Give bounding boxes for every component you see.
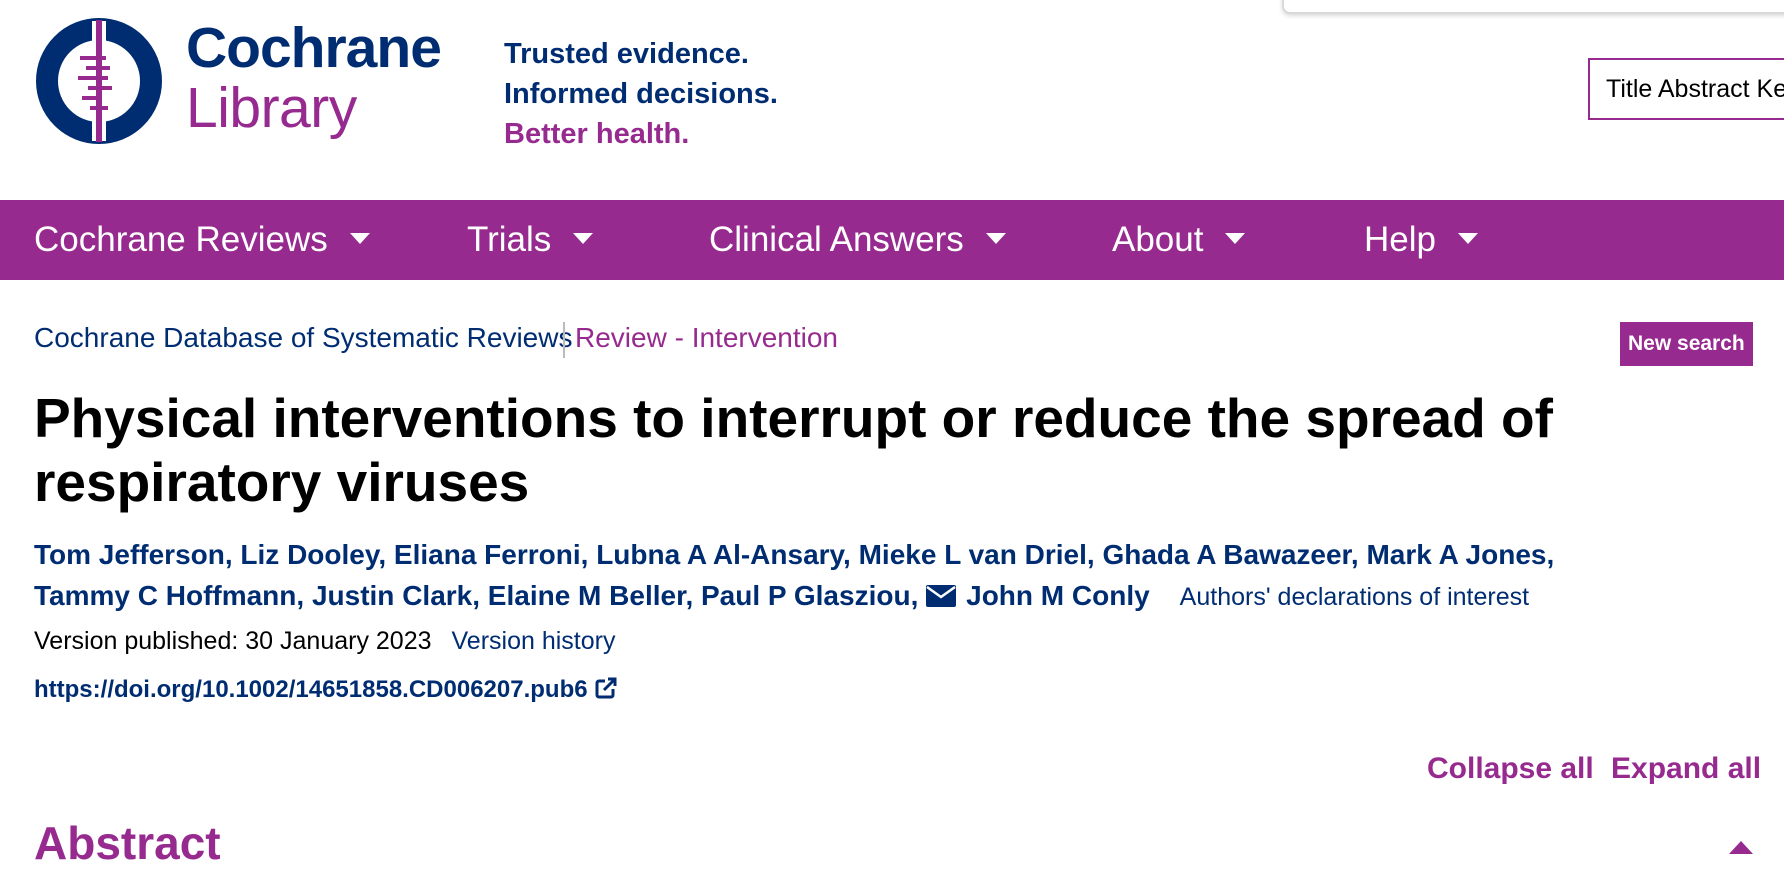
breadcrumb-database-link[interactable]: Cochrane Database of Systematic Reviews — [34, 322, 572, 354]
author-link[interactable]: Lubna A Al-Ansary — [596, 539, 843, 570]
envelope-icon[interactable] — [926, 585, 957, 607]
nav-item-help[interactable]: Help — [1364, 200, 1478, 280]
brand-line-2: Library — [186, 76, 357, 140]
doi-text: https://doi.org/10.1002/14651858.CD00620… — [34, 676, 588, 703]
author-link-corresponding[interactable]: John M Conly — [966, 580, 1150, 611]
abstract-heading[interactable]: Abstract — [34, 812, 221, 874]
author-link[interactable]: Elaine M Beller — [488, 580, 686, 611]
nav-item-label: Help — [1364, 220, 1436, 259]
caret-down-icon — [349, 233, 370, 245]
brand-name[interactable]: Cochrane Library — [186, 16, 442, 140]
version-published: Version published: 30 January 2023 — [34, 627, 432, 655]
tagline-line-3: Better health. — [504, 118, 690, 150]
main-nav: Cochrane Reviews Trials Clinical Answers… — [0, 200, 1784, 280]
breadcrumb-review-type-link[interactable]: Review - Intervention — [575, 322, 838, 354]
nav-item-cochrane-reviews[interactable]: Cochrane Reviews — [34, 200, 370, 280]
caret-down-icon — [573, 233, 594, 245]
version-info: Version published: 30 January 2023 Versio… — [34, 627, 615, 656]
nav-item-clinical-answers[interactable]: Clinical Answers — [709, 200, 1006, 280]
breadcrumb-divider — [563, 322, 565, 358]
caret-down-icon — [1457, 233, 1478, 245]
author-link[interactable]: Mieke L van Driel — [859, 539, 1087, 570]
expand-all-link[interactable]: Expand all — [1611, 752, 1761, 786]
author-link[interactable]: Tom Jefferson — [34, 539, 225, 570]
tagline-line-2: Informed decisions. — [504, 78, 778, 110]
nav-item-about[interactable]: About — [1112, 200, 1246, 280]
brand-line-1: Cochrane — [186, 16, 442, 80]
declarations-of-interest-link[interactable]: Authors' declarations of interest — [1180, 583, 1529, 611]
author-link[interactable]: Tammy C Hoffmann — [34, 580, 296, 611]
author-link[interactable]: Paul P Glasziou — [701, 580, 911, 611]
doi-link[interactable]: https://doi.org/10.1002/14651858.CD00620… — [34, 676, 618, 704]
author-link[interactable]: Eliana Ferroni — [394, 539, 581, 570]
search-scope-select[interactable]: Title Abstract Keyword — [1588, 58, 1784, 120]
author-link[interactable]: Justin Clark — [312, 580, 472, 611]
caret-up-icon[interactable] — [1729, 841, 1753, 854]
page-title: Physical interventions to interrupt or r… — [34, 387, 1553, 513]
external-link-icon — [595, 677, 617, 699]
tagline: Trusted evidence. Informed decisions. Be… — [504, 34, 778, 154]
version-history-link[interactable]: Version history — [452, 627, 616, 655]
nav-item-label: Clinical Answers — [709, 220, 964, 259]
nav-item-label: Trials — [467, 220, 552, 259]
collapse-all-link[interactable]: Collapse all — [1427, 752, 1594, 786]
caret-down-icon — [985, 233, 1006, 245]
nav-item-label: About — [1112, 220, 1204, 259]
cochrane-logo-icon[interactable] — [34, 16, 164, 146]
author-link[interactable]: Liz Dooley — [240, 539, 378, 570]
new-search-button[interactable]: New search — [1620, 322, 1753, 366]
author-list: Tom Jefferson, Liz Dooley, Eliana Ferron… — [34, 539, 1555, 611]
nav-item-label: Cochrane Reviews — [34, 220, 328, 259]
caret-down-icon — [1225, 233, 1246, 245]
tagline-line-1: Trusted evidence. — [504, 38, 749, 70]
nav-item-trials[interactable]: Trials — [467, 200, 594, 280]
top-popover — [1282, 0, 1784, 14]
author-link[interactable]: Ghada A Bawazeer — [1102, 539, 1350, 570]
author-link[interactable]: Mark A Jones — [1366, 539, 1546, 570]
